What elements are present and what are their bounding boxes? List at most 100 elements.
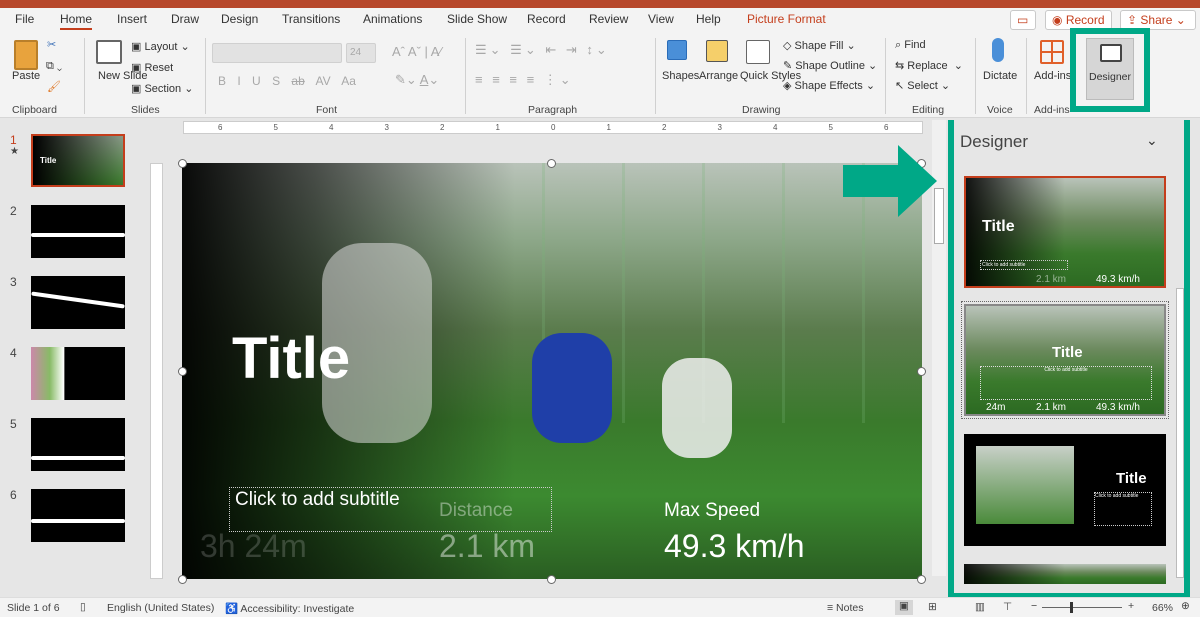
shadow-button[interactable]: S — [272, 74, 280, 88]
comments-button[interactable]: ▭ — [1010, 10, 1036, 30]
accessibility-status[interactable]: ♿ Accessibility: Investigate — [225, 602, 354, 615]
find-button[interactable]: ⌕ Find — [895, 39, 926, 52]
change-case-button[interactable]: Aa — [341, 74, 356, 88]
zoom-slider[interactable] — [1042, 607, 1122, 608]
highlight-color-icon[interactable]: ✎⌄ A⌄ — [395, 72, 439, 88]
select-button[interactable]: ↖ Select ⌄ — [895, 79, 950, 92]
layout-button[interactable]: ▣ Layout ⌄ — [131, 40, 190, 53]
quick-styles-button[interactable]: Quick Styles — [740, 70, 801, 83]
ruler-tick: 6 — [218, 123, 223, 132]
section-button[interactable]: ▣ Section ⌄ — [131, 82, 193, 95]
slide-title[interactable]: Title — [232, 325, 350, 392]
italic-button[interactable]: I — [237, 74, 240, 88]
slide-thumbnail-6[interactable] — [31, 489, 125, 542]
notes-label: Notes — [836, 602, 864, 614]
arrange-button[interactable]: Arrange — [699, 70, 738, 82]
slide-thumbnails-pane: 1 ★ Title 2 3 4 5 6 — [0, 118, 145, 597]
designer-button[interactable]: Designer — [1086, 38, 1134, 100]
new-slide-button[interactable]: New Slide — [98, 70, 148, 83]
spellcheck-icon[interactable]: ▯ — [80, 601, 86, 613]
tab-record[interactable]: Record — [527, 12, 566, 26]
ruler-tick: 1 — [606, 123, 611, 132]
slide-count: Slide 1 of 6 — [7, 602, 60, 614]
resize-handle[interactable] — [917, 575, 926, 584]
font-format-buttons[interactable]: B I U S ab AV Aa — [218, 74, 356, 88]
bullets-icon[interactable]: ☰⌄ ☰⌄ ⇤ ⇥ ↕⌄ — [475, 42, 610, 58]
font-grow-icon[interactable]: Aˆ Aˇ | A⁄ — [392, 44, 442, 59]
slide-thumbnail-3[interactable] — [31, 276, 125, 329]
tab-animations[interactable]: Animations — [363, 12, 422, 26]
time-value: 3h 24m — [200, 528, 307, 564]
align-icons[interactable]: ≡ ≡ ≡ ≡ ⋮⌄ — [475, 72, 574, 88]
slide-canvas[interactable]: Title Click to add subtitle 3h 24m Dista… — [182, 163, 922, 579]
slide-thumbnail-4[interactable] — [31, 347, 125, 400]
zoom-level[interactable]: 66% — [1152, 602, 1173, 614]
font-name-input[interactable] — [212, 43, 342, 63]
share-icon: ⇪ — [1127, 13, 1141, 27]
font-size-input[interactable]: 24 — [346, 43, 376, 63]
collapse-chevron-icon[interactable]: ⌄ — [1146, 132, 1158, 149]
design-idea-2[interactable]: Title Click to add subtitle 24m 2.1 km 4… — [961, 301, 1169, 419]
ruler-tick: 5 — [273, 123, 278, 132]
ruler-tick: 2 — [662, 123, 667, 132]
slide-thumbnail-1[interactable]: Title — [31, 134, 125, 187]
format-painter-icon[interactable]: 🖌 — [47, 80, 61, 93]
share-button[interactable]: ⇪ Share ⌄ — [1120, 10, 1196, 30]
tab-draw[interactable]: Draw — [171, 12, 199, 26]
design-idea-3[interactable]: Title Click to add subtitle — [964, 434, 1166, 546]
design-idea-4[interactable] — [964, 564, 1166, 584]
bold-button[interactable]: B — [218, 74, 226, 88]
resize-handle[interactable] — [547, 575, 556, 584]
shapes-button[interactable]: Shapes — [662, 70, 699, 82]
resize-handle[interactable] — [917, 367, 926, 376]
tab-transitions[interactable]: Transitions — [282, 12, 340, 26]
normal-view-icon[interactable]: ▣ — [895, 600, 913, 615]
shape-outline-button[interactable]: ✎ Shape Outline ⌄ — [783, 59, 877, 72]
zoom-slider-thumb[interactable] — [1070, 602, 1073, 613]
strikethrough-button[interactable]: ab — [291, 74, 304, 88]
notes-button[interactable]: ≡ Notes — [827, 602, 863, 614]
tab-home[interactable]: Home — [60, 12, 93, 30]
replace-button[interactable]: ⇆ Replace ⌄ — [895, 59, 963, 72]
share-label: Share — [1140, 13, 1173, 27]
arrow-annotation-icon — [843, 145, 937, 217]
resize-handle[interactable] — [547, 159, 556, 168]
reset-button[interactable]: ▣ Reset — [131, 61, 173, 74]
copy-icon[interactable]: ⧉ ⌄ — [46, 60, 62, 73]
designer-scrollbar[interactable] — [1176, 288, 1184, 578]
resize-handle[interactable] — [178, 367, 187, 376]
shape-effects-button[interactable]: ◈ Shape Effects ⌄ — [783, 79, 875, 92]
reading-view-icon[interactable]: ▥ — [975, 601, 985, 613]
tab-review[interactable]: Review — [589, 12, 628, 26]
idea-title: Title — [1052, 344, 1083, 361]
underline-button[interactable]: U — [252, 74, 261, 88]
char-spacing-button[interactable]: AV — [315, 74, 330, 88]
language-status[interactable]: English (United States) — [107, 602, 214, 614]
dictate-button[interactable]: Dictate — [983, 70, 1017, 82]
zoom-out-button[interactable]: − — [1031, 600, 1037, 612]
slide-thumbnail-5[interactable] — [31, 418, 125, 471]
slideshow-icon[interactable]: ⊤ — [1003, 601, 1012, 613]
ruler-tick: 3 — [384, 123, 389, 132]
slide-thumbnail-2[interactable] — [31, 205, 125, 258]
zoom-in-button[interactable]: + — [1128, 600, 1134, 612]
tab-file[interactable]: File — [15, 12, 34, 26]
speed-label: Max Speed — [664, 500, 761, 521]
ruler-tick: 2 — [440, 123, 445, 132]
slide-sorter-icon[interactable]: ⊞ — [928, 601, 937, 613]
add-ins-button[interactable]: Add-ins — [1034, 70, 1071, 82]
fit-to-window-icon[interactable]: ⊕ — [1181, 600, 1190, 612]
design-idea-1[interactable]: Title Click to add subtitle 2.1 km 49.3 … — [964, 176, 1166, 288]
resize-handle[interactable] — [178, 159, 187, 168]
paste-button[interactable]: Paste — [12, 70, 40, 82]
tab-help[interactable]: Help — [696, 12, 721, 26]
record-button[interactable]: ◉ Record — [1045, 10, 1112, 30]
tab-view[interactable]: View — [648, 12, 674, 26]
tab-design[interactable]: Design — [221, 12, 258, 26]
tab-slide-show[interactable]: Slide Show — [447, 12, 507, 26]
tab-insert[interactable]: Insert — [117, 12, 147, 26]
cut-icon[interactable]: ✂ — [47, 38, 56, 51]
shape-fill-button[interactable]: ◇ Shape Fill ⌄ — [783, 39, 856, 52]
tab-picture-format[interactable]: Picture Format — [747, 12, 826, 26]
resize-handle[interactable] — [178, 575, 187, 584]
